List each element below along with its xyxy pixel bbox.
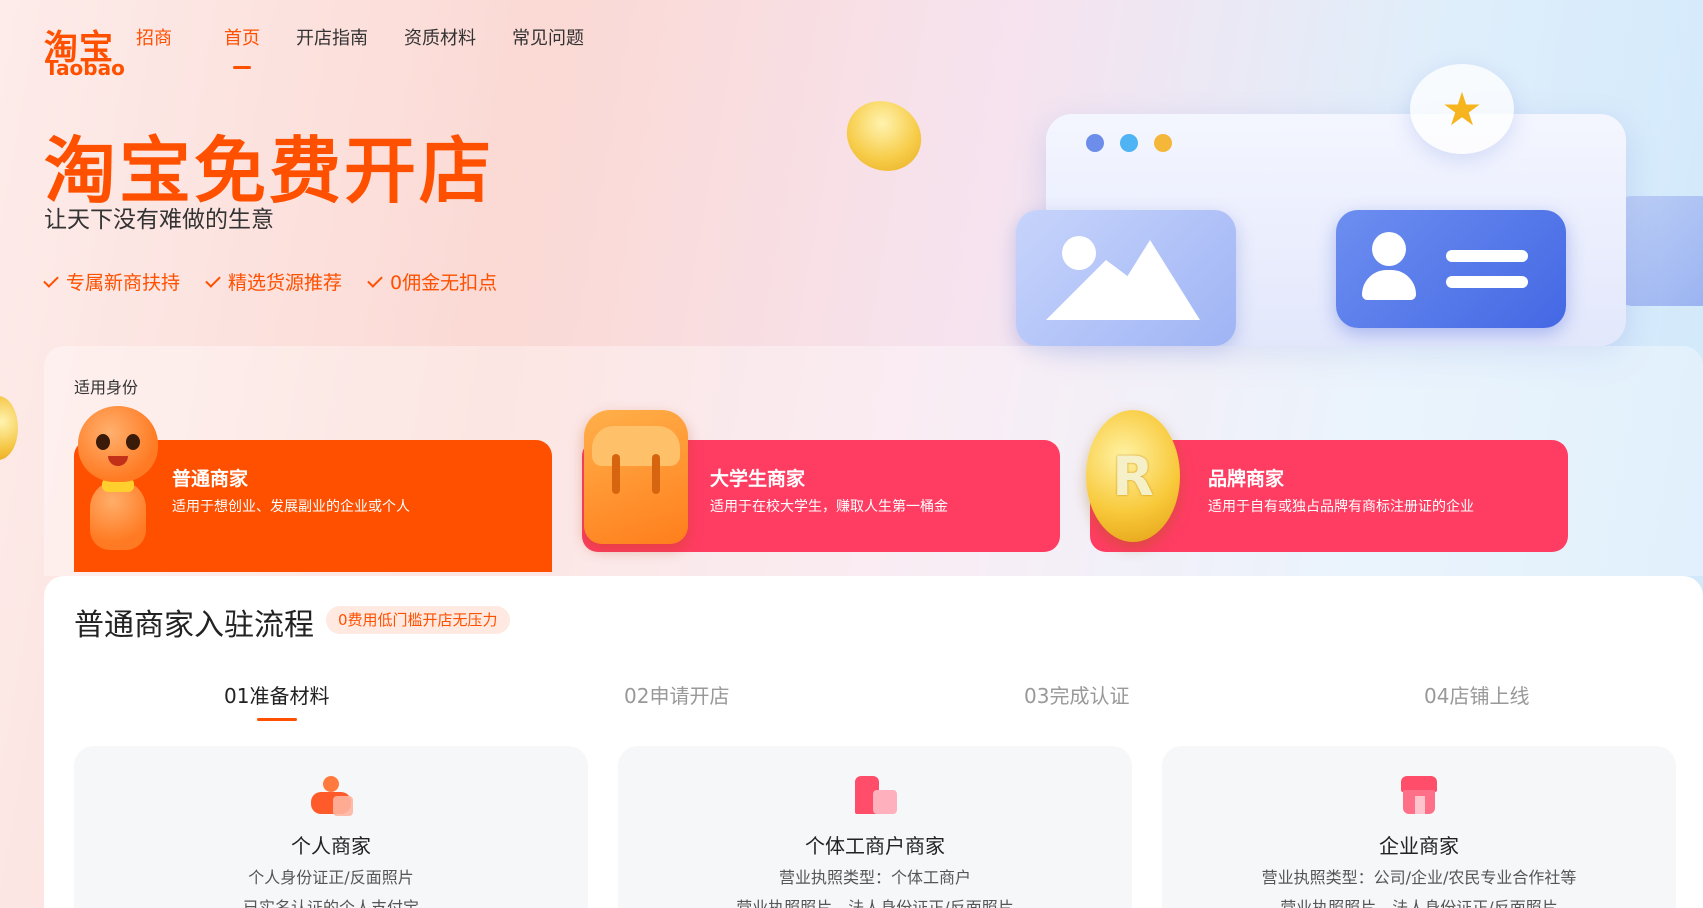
taobao-logo[interactable]: 淘宝 Taobao 招商 (44, 20, 172, 80)
step-tab-apply[interactable]: 02申请开店 (624, 680, 729, 709)
material-card-line: 已实名认证的个人支付宝 (242, 898, 419, 908)
nav-item-guide[interactable]: 开店指南 (296, 24, 368, 64)
check-icon (367, 271, 383, 288)
feature-item: 专属新商扶持 (43, 268, 181, 295)
coin-illustration (0, 396, 18, 460)
material-card-title: 企业商家 (1379, 834, 1459, 858)
star-icon: ★ (1441, 82, 1483, 136)
logo-sub-text: 招商 (136, 28, 172, 49)
coin-illustration (834, 88, 934, 184)
identity-card-title: 品牌商家 (1208, 468, 1285, 490)
check-icon (43, 271, 59, 288)
step-tab-verify[interactable]: 03完成认证 (1024, 680, 1129, 709)
browser-illustration (1016, 114, 1626, 346)
identity-card-brand[interactable]: R 品牌商家 适用于自有或独占品牌有商标注册证的企业 (1086, 410, 1568, 552)
image-icon (1016, 210, 1236, 346)
process-title: 普通商家入驻流程 (74, 608, 314, 643)
material-card-line: 个人身份证正/反面照片 (248, 868, 414, 887)
feature-label: 精选货源推荐 (228, 272, 343, 294)
identity-card-desc: 适用于想创业、发展副业的企业或个人 (172, 499, 410, 515)
coin-letter: R (1112, 444, 1154, 508)
material-card-line: 营业执照类型：个体工商户 (778, 868, 971, 887)
material-card-enterprise[interactable]: 企业商家 营业执照类型：公司/企业/农民专业合作社等 营业执照照片、法人身份证正… (1162, 746, 1676, 908)
identity-card-desc: 适用于在校大学生，赚取人生第一桶金 (710, 499, 948, 515)
feature-label: 0佣金无扣点 (390, 272, 498, 294)
feature-item: 0佣金无扣点 (367, 268, 498, 295)
registered-coin-icon: R (1086, 410, 1180, 542)
person-icon (309, 776, 353, 816)
nav-item-faq[interactable]: 常见问题 (512, 24, 584, 64)
logo-en-text: Taobao (45, 56, 125, 80)
window-dot-icon (1154, 134, 1172, 152)
shop-icon (853, 776, 897, 816)
window-dot-icon (1120, 134, 1138, 152)
identity-card-title: 大学生商家 (710, 468, 806, 490)
material-card-individual-business[interactable]: 个体工商户商家 营业执照类型：个体工商户 营业执照照片、法人身份证正/反面照片 (618, 746, 1132, 908)
hero-subtitle: 让天下没有难做的生意 (44, 207, 274, 233)
process-section: 普通商家入驻流程 0费用低门槛开店无压力 01准备材料 02申请开店 03完成认… (44, 576, 1703, 908)
nav-item-materials[interactable]: 资质材料 (404, 24, 476, 64)
identity-card-desc: 适用于自有或独占品牌有商标注册证的企业 (1208, 499, 1474, 515)
feature-list: 专属新商扶持 精选货源推荐 0佣金无扣点 (43, 268, 523, 295)
identity-card-regular[interactable]: 普通商家 适用于想创业、发展副业的企业或个人 (74, 406, 552, 572)
material-card-title: 个体工商户商家 (805, 834, 945, 858)
material-card-line: 营业执照照片、法人身份证正/反面照片 (1280, 898, 1558, 908)
star-bubble-icon: ★ (1410, 64, 1514, 154)
identity-card-student[interactable]: 大学生商家 适用于在校大学生，赚取人生第一桶金 (582, 410, 1060, 552)
building-icon (1397, 776, 1441, 816)
identity-card-title: 普通商家 (172, 468, 249, 490)
step-tab-launch[interactable]: 04店铺上线 (1424, 680, 1529, 709)
window-dot-icon (1086, 134, 1104, 152)
nav-menu: 首页 开店指南 资质材料 常见问题 (224, 24, 620, 69)
step-tab-prepare[interactable]: 01准备材料 (224, 680, 329, 721)
mascot-icon (74, 406, 160, 566)
identity-label: 适用身份 (74, 378, 139, 397)
backpack-icon (584, 410, 688, 544)
material-card-title: 个人商家 (291, 834, 371, 858)
feature-label: 专属新商扶持 (66, 272, 181, 294)
feature-item: 精选货源推荐 (205, 268, 343, 295)
process-badge: 0费用低门槛开店无压力 (326, 606, 510, 634)
material-card-line: 营业执照类型：公司/企业/农民专业合作社等 (1261, 868, 1577, 887)
user-switch-icon (1336, 210, 1566, 328)
check-icon (205, 271, 221, 288)
top-nav: 淘宝 Taobao 招商 首页 开店指南 资质材料 常见问题 (44, 20, 620, 80)
nav-item-home[interactable]: 首页 (224, 24, 260, 69)
material-card-personal[interactable]: 个人商家 个人身份证正/反面照片 已实名认证的个人支付宝 (74, 746, 588, 908)
page: 淘宝 Taobao 招商 首页 开店指南 资质材料 常见问题 淘宝免费开店 让天… (0, 0, 1703, 908)
identity-panel: 适用身份 普通商家 适用于想创业、发展副业的企业或个人 大学生商家 适用于在校大… (44, 346, 1703, 576)
decorative-panel (1616, 196, 1703, 306)
material-card-line: 营业执照照片、法人身份证正/反面照片 (736, 898, 1014, 908)
